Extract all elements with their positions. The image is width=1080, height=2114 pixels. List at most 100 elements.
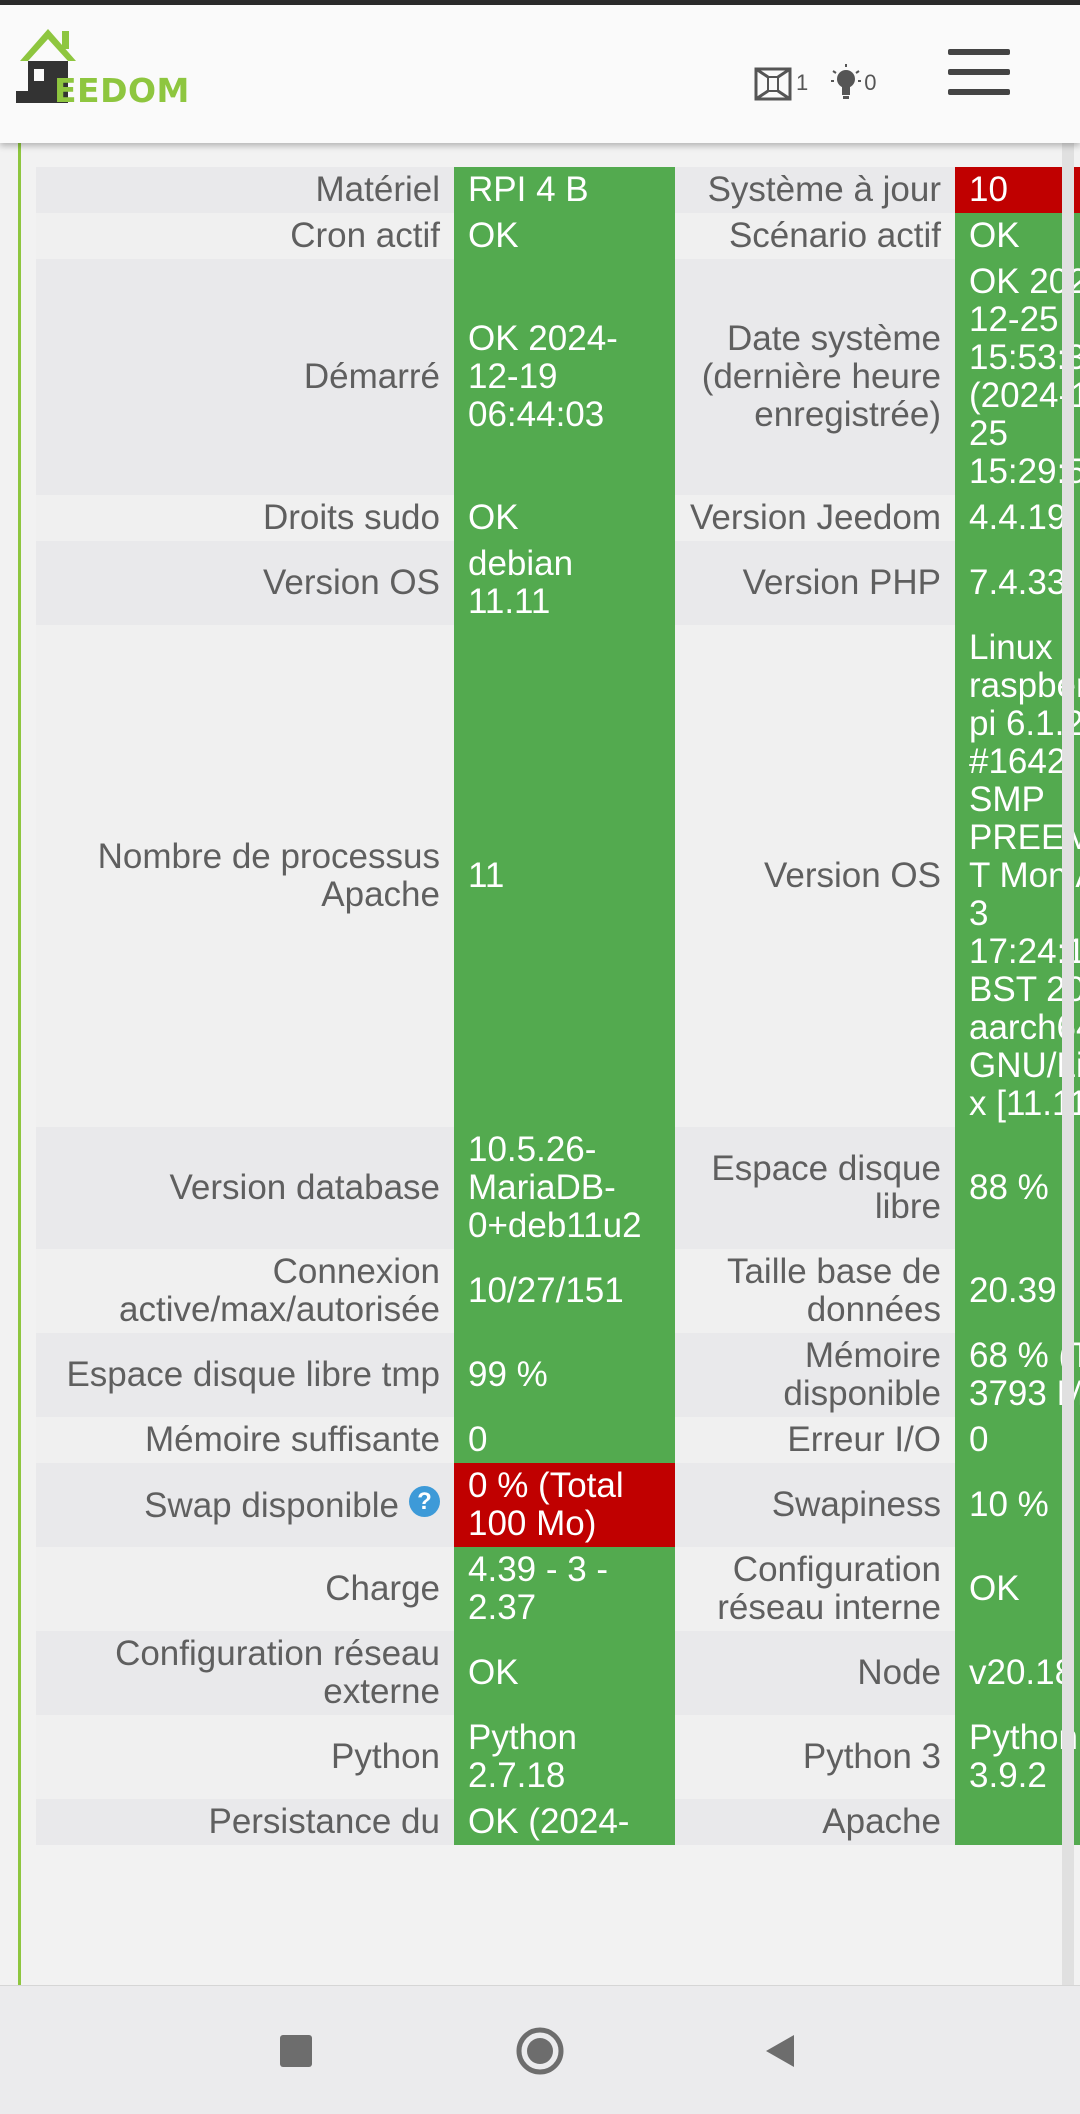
health-value: 99 % [454, 1333, 675, 1417]
health-value: debian 11.11 [454, 541, 675, 625]
health-value: 0 [454, 1417, 675, 1463]
health-value-text: OK [969, 1569, 1020, 1608]
health-value: 4.39 - 3 - 2.37 [454, 1547, 675, 1631]
health-label: Espace disque libre tmp [36, 1333, 454, 1417]
health-label-text: Taille base de données [726, 1252, 941, 1329]
health-label-text: Charge [325, 1569, 440, 1608]
health-label-text: Démarré [303, 357, 440, 396]
logo-text: EEDOM [54, 71, 190, 110]
health-value-text: 10 % [969, 1485, 1049, 1524]
health-label: Démarré [36, 259, 454, 495]
health-row: Configuration réseau externe OK Node v20.18 [36, 1631, 1080, 1715]
recent-apps-icon [280, 2034, 312, 2067]
health-label: Charge [36, 1547, 454, 1631]
health-row: Charge 4.39 - 3 - 2.37 Configuration résea… [36, 1547, 1080, 1631]
window-icon [754, 67, 792, 101]
home-icon [516, 2027, 564, 2074]
health-row: Python Python 2.7.18 Python 3 Python 3.9.2 [36, 1715, 1080, 1799]
recent-apps-button[interactable] [236, 1986, 356, 2114]
health-value: OK [454, 495, 675, 541]
health-label: Scénario actif [675, 213, 955, 259]
health-label-text: Node [857, 1653, 941, 1692]
health-label: Python 3 [675, 1715, 955, 1799]
health-row: Nombre de processus Apache 11 Version OS Li… [36, 625, 1080, 1127]
health-value-text: 0 [969, 1420, 989, 1459]
health-value-text: OK [468, 498, 519, 537]
health-row: Version OS debian 11.11 Version PHP 7.4.33 [36, 541, 1080, 625]
android-nav-bar [0, 1985, 1080, 2114]
health-value-text: Python 2.7.18 [468, 1718, 577, 1795]
lights-on-alert[interactable]: 0 [830, 63, 877, 103]
health-label: Node [675, 1631, 955, 1715]
health-label-text: Version OS [763, 856, 941, 895]
jeedom-logo[interactable]: EEDOM [16, 21, 216, 117]
lightbulb-icon [831, 64, 862, 99]
health-label-text: Python [331, 1737, 440, 1776]
health-row: Droits sudo OK Version Jeedom 4.4.19 [36, 495, 1080, 541]
health-label-text: Version OS [262, 563, 440, 602]
health-value-text: 88 % [969, 1168, 1049, 1207]
health-label-text: Swapiness [771, 1485, 941, 1524]
health-value-text: v20.18 [969, 1653, 1075, 1692]
question-icon[interactable]: ? [409, 1485, 440, 1517]
health-value-text: RPI 4 B [468, 170, 589, 209]
page-accent-rule [18, 143, 21, 1985]
health-value-text: OK [969, 216, 1020, 255]
health-value-text: 10/27/151 [468, 1271, 624, 1310]
health-value: OK 2024-12-19 06:44:03 [454, 259, 675, 495]
health-label-text: Mémoire disponible [783, 1336, 941, 1413]
health-value: OK [454, 213, 675, 259]
health-label-text: Apache [822, 1802, 941, 1841]
health-label-text: Espace disque libre tmp [66, 1355, 440, 1394]
back-button[interactable] [720, 1986, 840, 2114]
health-label: Mémoire suffisante [36, 1417, 454, 1463]
health-label: Persistance du [36, 1799, 454, 1845]
hamburger-menu-icon[interactable] [948, 49, 1010, 101]
health-label: Apache [675, 1799, 955, 1845]
health-row: Swap disponible? 0 % (Total 100 Mo) Swapin… [36, 1463, 1080, 1547]
health-row: Version database 10.5.26-MariaDB-0+deb11u… [36, 1127, 1080, 1249]
health-label-text: Persistance du [208, 1802, 440, 1841]
health-label: Version OS [675, 625, 955, 1127]
health-label: Swapiness [675, 1463, 955, 1547]
health-row: Mémoire suffisante 0 Erreur I/O 0 [36, 1417, 1080, 1463]
health-value-text: 11 [468, 856, 505, 895]
health-label: Configuration réseau externe [36, 1631, 454, 1715]
health-value-text: 20.39 [969, 1271, 1057, 1310]
health-label-text: Version Jeedom [690, 498, 941, 537]
home-button[interactable] [480, 1986, 600, 2114]
window-alert-count: 1 [796, 70, 809, 95]
back-icon [766, 2034, 794, 2067]
open-windows-alert[interactable]: 1 [752, 63, 808, 103]
health-value-text: 4.4.19 [969, 498, 1067, 537]
health-value-text: OK [468, 1653, 519, 1692]
health-value-text: 4.39 - 3 - 2.37 [468, 1550, 609, 1627]
health-label: Erreur I/O [675, 1417, 955, 1463]
health-label: Python [36, 1715, 454, 1799]
health-label-text: Mémoire suffisante [144, 1420, 440, 1459]
health-row: Connexion active/max/autorisée 10/27/151 T… [36, 1249, 1080, 1333]
health-label-text: Système à jour [707, 170, 941, 209]
health-label: Version Jeedom [675, 495, 955, 541]
health-page: Matériel RPI 4 B Système à jour 10 Cron acti… [0, 143, 1080, 1985]
health-label-text: Erreur I/O [787, 1420, 941, 1459]
health-label: Date système (dernière heure enregistrée… [675, 259, 955, 495]
health-value: 10.5.26-MariaDB-0+deb11u2 [454, 1127, 675, 1249]
health-label-text: Python 3 [802, 1737, 941, 1776]
health-value: Python 2.7.18 [454, 1715, 675, 1799]
health-value: 0 % (Total 100 Mo) [454, 1463, 675, 1547]
health-row: Espace disque libre tmp 99 % Mémoire dispo… [36, 1333, 1080, 1417]
health-value-text: 0 % (Total 100 Mo) [468, 1466, 624, 1543]
health-value-text: debian 11.11 [468, 544, 574, 621]
scrollbar-track[interactable] [1062, 143, 1074, 1985]
health-label-text: Nombre de processus Apache [97, 837, 440, 914]
health-value: RPI 4 B [454, 167, 675, 213]
health-label: Espace disque libre [675, 1127, 955, 1249]
health-value-text: 10 [969, 170, 1008, 209]
health-label: Système à jour [675, 167, 955, 213]
health-value-text: 7.4.33 [969, 563, 1067, 602]
health-label-text: Matériel [315, 170, 440, 209]
health-value-text: 99 % [468, 1355, 548, 1394]
health-label: Connexion active/max/autorisée [36, 1249, 454, 1333]
health-label-text: Droits sudo [262, 498, 440, 537]
